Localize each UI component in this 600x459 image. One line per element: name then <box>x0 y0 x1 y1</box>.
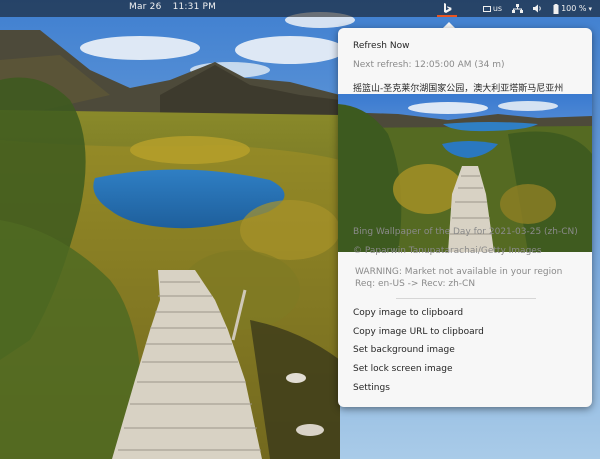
keyboard-layout-label: us <box>492 4 503 13</box>
clock-date: Mar 26 <box>129 2 162 12</box>
top-bar: Mar 26 11:31 PM us 100 % ▾ <box>0 0 600 17</box>
market-warning: WARNING: Market not available in your re… <box>355 267 563 277</box>
bing-tray-button[interactable] <box>432 0 462 17</box>
battery-percentage: 100 % <box>561 4 587 13</box>
volume-icon <box>533 4 541 13</box>
network-icon <box>512 4 524 13</box>
market-warning-detail: Req: en-US -> Recv: zh-CN <box>355 279 476 289</box>
keyboard-layout-indicator[interactable]: us <box>482 4 503 13</box>
next-refresh-label: Next refresh: 12:05:00 AM (34 m) <box>353 60 505 70</box>
network-indicator[interactable] <box>512 4 524 13</box>
keyboard-icon <box>482 5 491 12</box>
set-lock-screen-item[interactable]: Set lock screen image <box>353 364 452 374</box>
system-tray[interactable]: us 100 % ▾ <box>482 0 592 17</box>
clock-time: 11:31 PM <box>172 2 217 12</box>
clock[interactable]: Mar 26 11:31 PM <box>129 2 224 12</box>
copy-image-item[interactable]: Copy image to clipboard <box>353 308 463 318</box>
bing-icon <box>443 3 451 13</box>
set-background-item[interactable]: Set background image <box>353 345 455 355</box>
battery-icon <box>553 3 559 14</box>
copy-image-url-item[interactable]: Copy image URL to clipboard <box>353 327 484 337</box>
image-title-item[interactable]: 摇篮山-圣克莱尔湖国家公园，澳大利亚塔斯马尼亚州 <box>353 81 563 94</box>
wallpaper-caption: Bing Wallpaper of the Day for 2021-03-25… <box>353 227 578 237</box>
settings-item[interactable]: Settings <box>353 383 390 393</box>
copyright-label: © Paparwin Tanupatarachai/Getty Images <box>353 246 542 256</box>
refresh-now-item[interactable]: Refresh Now <box>353 41 409 51</box>
chevron-down-icon: ▾ <box>588 4 592 13</box>
bing-wallpaper-menu: Refresh Now Next refresh: 12:05:00 AM (3… <box>338 28 592 407</box>
battery-indicator[interactable]: 100 % ▾ <box>553 3 592 14</box>
volume-indicator[interactable] <box>533 4 543 13</box>
menu-separator <box>396 298 536 299</box>
